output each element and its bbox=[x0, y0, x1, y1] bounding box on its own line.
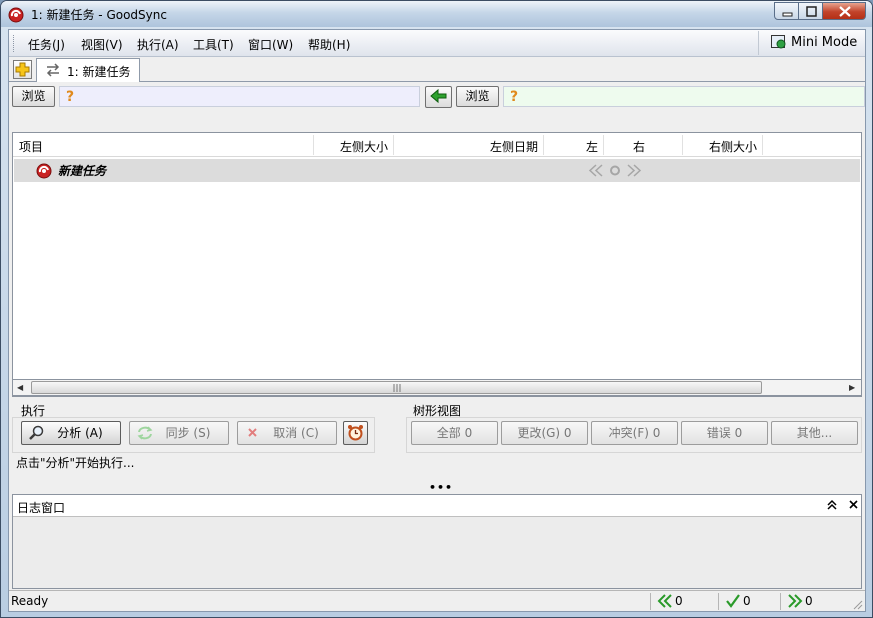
filter-conflicts-button[interactable]: 冲突(F) 0 bbox=[591, 421, 678, 445]
magnifier-icon bbox=[29, 425, 44, 440]
filter-errors-button[interactable]: 错误 0 bbox=[681, 421, 768, 445]
resize-grip-icon[interactable] bbox=[851, 598, 863, 610]
check-count-cell: 0 bbox=[718, 593, 780, 610]
right-arrow-icon bbox=[788, 594, 803, 608]
left-count: 0 bbox=[675, 594, 683, 608]
scroll-right-icon[interactable]: ▶ bbox=[849, 383, 855, 392]
grid-header: 项目 左侧大小 左侧日期 左 右 右侧大小 bbox=[13, 133, 861, 157]
right-browse-button[interactable]: 浏览 bbox=[456, 86, 499, 107]
menu-window[interactable]: 窗口(W) bbox=[248, 36, 293, 53]
goodsync-job-icon bbox=[36, 163, 52, 179]
status-bar: Ready 0 0 0 bbox=[9, 590, 865, 611]
mini-mode-label: Mini Mode bbox=[791, 35, 858, 50]
hint-message: 点击"分析"开始执行... bbox=[16, 456, 135, 470]
splitter-grip-icon: ••• bbox=[429, 481, 454, 494]
column-divider[interactable] bbox=[603, 135, 604, 155]
collapse-up-icon[interactable] bbox=[825, 498, 839, 512]
left-folder-status: ? bbox=[66, 89, 75, 105]
col-header-left-size[interactable]: 左侧大小 bbox=[340, 138, 388, 155]
column-divider[interactable] bbox=[313, 135, 314, 155]
maximize-icon bbox=[806, 6, 817, 17]
column-divider[interactable] bbox=[393, 135, 394, 155]
two-way-arrow-icon bbox=[430, 88, 447, 104]
job-tab-strip: 1: 新建任务 bbox=[9, 58, 865, 82]
menu-job[interactable]: 任务(J) bbox=[28, 36, 65, 53]
title-bar[interactable]: 1: 新建任务 - GoodSync bbox=[1, 1, 872, 27]
sync-state-icons bbox=[588, 164, 642, 177]
horizontal-scrollbar[interactable]: ◀ ▶ bbox=[12, 379, 862, 396]
analyze-button[interactable]: 分析 (A) bbox=[21, 421, 121, 445]
client-area: 任务(J) 视图(V) 执行(A) 工具(T) 窗口(W) 帮助(H) Mini… bbox=[8, 29, 866, 612]
tree-view-group: 全部 0 更改(G) 0 冲突(F) 0 错误 0 其他... bbox=[406, 417, 862, 453]
filter-others-button[interactable]: 其他... bbox=[771, 421, 858, 445]
tab-label: 1: 新建任务 bbox=[67, 65, 131, 79]
left-arrow-icon bbox=[657, 594, 672, 608]
add-job-button[interactable] bbox=[13, 60, 32, 79]
alarm-clock-icon bbox=[348, 425, 363, 441]
close-icon bbox=[839, 6, 851, 17]
sync-label: 同步 (S) bbox=[165, 426, 211, 440]
plus-icon bbox=[15, 62, 30, 77]
close-button[interactable] bbox=[822, 2, 866, 20]
left-folder-field[interactable]: ? bbox=[59, 86, 420, 107]
tab-job-1[interactable]: 1: 新建任务 bbox=[36, 58, 140, 82]
ready-status: Ready bbox=[11, 594, 49, 608]
cancel-label: 取消 (C) bbox=[273, 426, 319, 440]
sync-button[interactable]: 同步 (S) bbox=[129, 421, 229, 445]
table-row[interactable]: 新建任务 bbox=[14, 159, 860, 182]
log-title: 日志窗口 bbox=[17, 501, 66, 515]
right-folder-field[interactable]: ? bbox=[503, 86, 865, 107]
scroll-left-icon[interactable]: ◀ bbox=[17, 383, 23, 392]
log-panel: 日志窗口 bbox=[12, 494, 862, 589]
right-count: 0 bbox=[805, 594, 813, 608]
check-count: 0 bbox=[743, 594, 751, 608]
col-header-left[interactable]: 左 bbox=[586, 138, 598, 155]
filter-all-button[interactable]: 全部 0 bbox=[411, 421, 498, 445]
schedule-button[interactable] bbox=[343, 421, 368, 445]
row-job-name: 新建任务 bbox=[58, 164, 107, 178]
right-folder-status: ? bbox=[510, 89, 519, 105]
grip-lines-icon bbox=[393, 384, 401, 392]
right-count-cell: 0 bbox=[780, 593, 850, 610]
sync-icon bbox=[137, 426, 153, 440]
menu-bar: 任务(J) 视图(V) 执行(A) 工具(T) 窗口(W) 帮助(H) Mini… bbox=[9, 30, 865, 57]
left-count-cell: 0 bbox=[650, 593, 718, 610]
cancel-button[interactable]: 取消 (C) bbox=[237, 421, 337, 445]
col-header-item[interactable]: 项目 bbox=[19, 138, 43, 155]
goodsync-logo-icon bbox=[8, 7, 24, 23]
left-browse-button[interactable]: 浏览 bbox=[12, 86, 55, 107]
panel-splitter[interactable]: ••• bbox=[9, 481, 865, 494]
analyze-label: 分析 (A) bbox=[57, 426, 103, 440]
sync-direction-button[interactable] bbox=[425, 86, 452, 108]
log-header: 日志窗口 bbox=[13, 495, 861, 517]
column-divider[interactable] bbox=[682, 135, 683, 155]
maximize-button[interactable] bbox=[798, 2, 823, 20]
menu-action[interactable]: 执行(A) bbox=[137, 36, 179, 53]
minimize-icon bbox=[782, 12, 793, 17]
check-icon bbox=[726, 594, 740, 608]
mini-mode-button[interactable]: Mini Mode bbox=[758, 31, 864, 55]
window-title: 1: 新建任务 - GoodSync bbox=[31, 8, 167, 22]
execute-group: 分析 (A) 同步 (S) 取消 (C) bbox=[12, 417, 375, 453]
menu-tools[interactable]: 工具(T) bbox=[193, 36, 234, 53]
filter-changes-button[interactable]: 更改(G) 0 bbox=[501, 421, 588, 445]
mini-mode-icon bbox=[771, 35, 786, 49]
menu-view[interactable]: 视图(V) bbox=[81, 36, 123, 53]
minimize-button[interactable] bbox=[774, 2, 799, 20]
scrollbar-thumb[interactable] bbox=[31, 381, 762, 394]
main-window: 1: 新建任务 - GoodSync 任务(J) 视图(V) 执行(A) 工具(… bbox=[0, 0, 873, 618]
column-divider[interactable] bbox=[762, 135, 763, 155]
col-header-left-date[interactable]: 左侧日期 bbox=[490, 138, 538, 155]
col-header-right[interactable]: 右 bbox=[633, 138, 645, 155]
column-divider[interactable] bbox=[543, 135, 544, 155]
col-header-right-size[interactable]: 右侧大小 bbox=[709, 138, 757, 155]
menu-help[interactable]: 帮助(H) bbox=[308, 36, 350, 53]
path-row: 浏览 ? 浏览 ? bbox=[9, 86, 865, 108]
toolbar-grip[interactable] bbox=[13, 35, 16, 52]
cancel-x-icon bbox=[248, 428, 257, 437]
log-close-icon[interactable] bbox=[847, 497, 861, 511]
sync-direction-icon bbox=[46, 63, 60, 77]
file-grid: 项目 左侧大小 左侧日期 左 右 右侧大小 新建任务 bbox=[12, 132, 862, 397]
